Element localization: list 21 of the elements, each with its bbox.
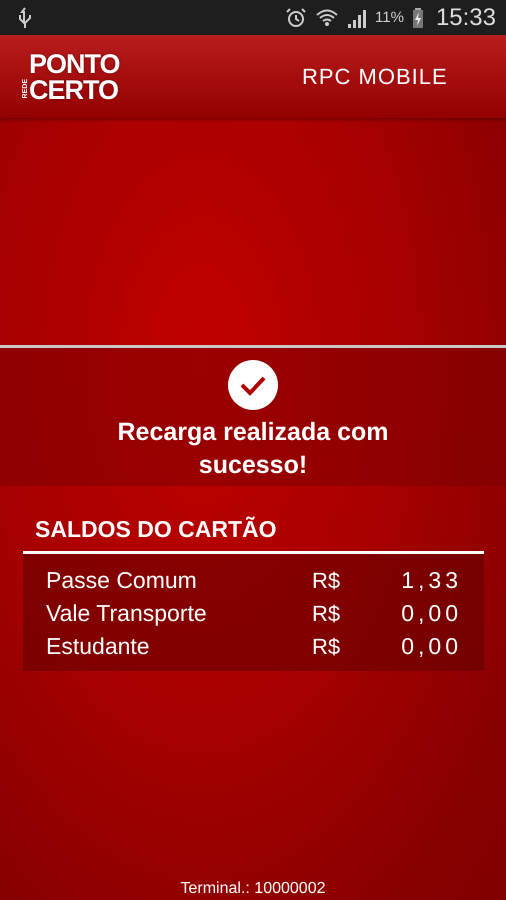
balance-amount: 1,33 <box>400 567 462 594</box>
balance-name: Vale Transporte <box>45 600 208 627</box>
section-title: SALDOS DO CARTÃO <box>23 516 484 554</box>
usb-icon <box>18 6 32 28</box>
app-title: RPC MOBILE <box>302 64 448 90</box>
wifi-icon <box>315 6 340 28</box>
battery-percent: 11% <box>375 9 404 26</box>
terminal-label: Terminal.: 10000002 <box>180 880 326 899</box>
battery-charging-icon <box>412 6 424 28</box>
logo-text: CERTO <box>29 76 120 102</box>
currency-label: R$ <box>312 600 342 626</box>
balance-name: Estudante <box>45 633 151 660</box>
balance-amount: 0,00 <box>400 633 462 660</box>
alarm-clock-icon <box>285 6 308 28</box>
success-message: Recarga realizada com sucesso! <box>116 417 390 481</box>
currency-label: R$ <box>312 634 342 660</box>
clock-time: 15:33 <box>436 4 496 32</box>
currency-label: R$ <box>312 568 342 594</box>
logo-text: PONTO <box>29 50 120 76</box>
balance-name: Passe Comum <box>45 567 198 594</box>
balance-amount: 0,00 <box>400 600 462 627</box>
